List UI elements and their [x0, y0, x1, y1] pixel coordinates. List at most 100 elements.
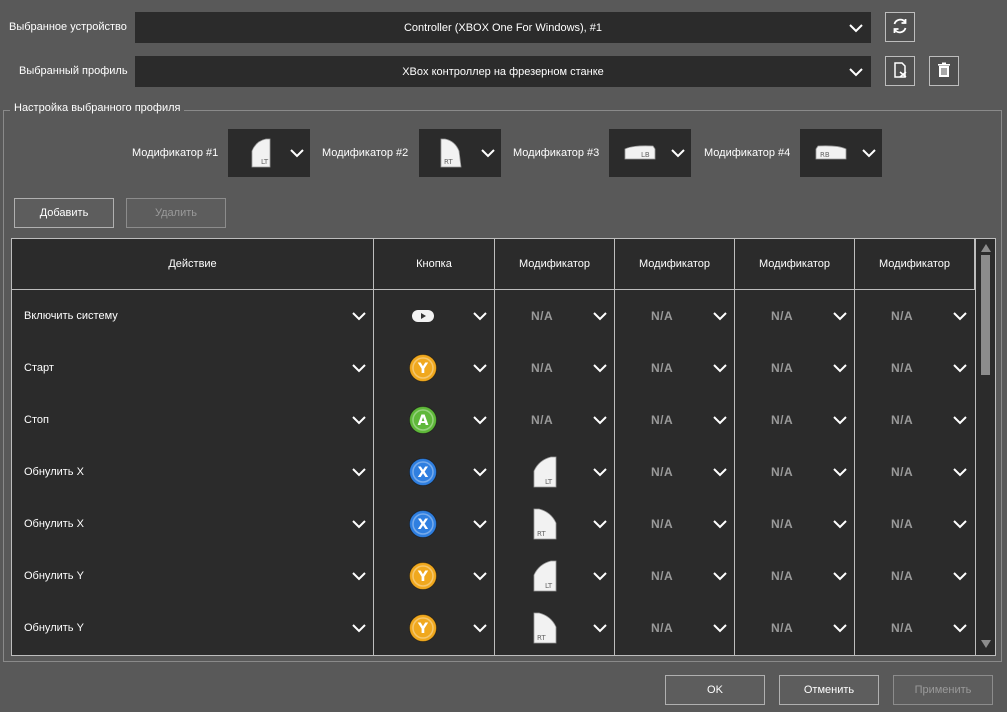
- modifier-4-select[interactable]: RB: [800, 129, 882, 177]
- table-row[interactable]: Стоп A N/A N/A N/A N/A: [12, 394, 975, 446]
- modifier-cell[interactable]: N/A: [495, 290, 615, 342]
- modifier-cell[interactable]: N/A: [615, 446, 735, 498]
- action-cell[interactable]: Обнулить Y: [12, 602, 374, 654]
- action-cell[interactable]: Обнулить X: [12, 446, 374, 498]
- button-cell[interactable]: Y: [374, 550, 495, 602]
- modifier-cell[interactable]: N/A: [615, 550, 735, 602]
- chevron-down-icon: [713, 361, 727, 375]
- modifier-3-label: Модификатор #3: [513, 147, 600, 159]
- modifier-cell[interactable]: LT: [495, 550, 615, 602]
- modifier-cell[interactable]: N/A: [735, 602, 855, 654]
- scroll-up-icon[interactable]: [980, 243, 992, 253]
- button-cell[interactable]: X: [374, 498, 495, 550]
- modifier-3-select[interactable]: LB: [609, 129, 691, 177]
- table-row[interactable]: Обнулить Y Y LT N/A N/A N/A: [12, 550, 975, 602]
- table-row[interactable]: Обнулить Y Y RT N/A N/A N/A: [12, 602, 975, 654]
- modifier-cell[interactable]: LT: [495, 446, 615, 498]
- action-cell[interactable]: Обнулить X: [12, 498, 374, 550]
- rt-trigger-icon: RT: [529, 611, 561, 645]
- modifier-cell[interactable]: N/A: [855, 394, 975, 446]
- button-cell[interactable]: [374, 290, 495, 342]
- column-header-modifier-2: Модификатор: [615, 239, 735, 289]
- modifier-cell[interactable]: N/A: [615, 394, 735, 446]
- button-y-icon: Y: [408, 613, 438, 643]
- scroll-thumb[interactable]: [981, 255, 990, 375]
- modifier-cell[interactable]: N/A: [855, 290, 975, 342]
- action-name: Стоп: [24, 414, 49, 426]
- delete-profile-button[interactable]: [929, 56, 959, 86]
- button-cell[interactable]: A: [374, 394, 495, 446]
- button-cell[interactable]: Y: [374, 602, 495, 654]
- modifier-cell[interactable]: N/A: [855, 550, 975, 602]
- modifier-cell[interactable]: N/A: [615, 342, 735, 394]
- chevron-down-icon: [352, 361, 366, 375]
- add-button[interactable]: Добавить: [14, 198, 114, 228]
- chevron-down-icon: [953, 361, 967, 375]
- table-row[interactable]: Старт Y N/A N/A N/A N/A: [12, 342, 975, 394]
- modifier-cell[interactable]: RT: [495, 602, 615, 654]
- button-x-icon: X: [408, 509, 438, 539]
- svg-text:Y: Y: [417, 361, 429, 377]
- profile-select-value: XBox контроллер на фрезерном станке: [402, 65, 604, 78]
- table-row[interactable]: Обнулить X X LT N/A N/A N/A: [12, 446, 975, 498]
- chevron-down-icon: [473, 569, 487, 583]
- na-label: N/A: [891, 517, 914, 531]
- action-cell[interactable]: Обнулить Y: [12, 550, 374, 602]
- modifier-2-label: Модификатор #2: [322, 147, 409, 159]
- modifier-cell[interactable]: N/A: [735, 550, 855, 602]
- trash-icon: [935, 61, 953, 82]
- action-cell[interactable]: Стоп: [12, 394, 374, 446]
- svg-text:RT: RT: [537, 634, 546, 642]
- modifier-2-select[interactable]: RT: [419, 129, 501, 177]
- na-label: N/A: [771, 517, 794, 531]
- button-cell[interactable]: X: [374, 446, 495, 498]
- modifier-cell[interactable]: N/A: [495, 342, 615, 394]
- modifier-cell[interactable]: N/A: [495, 394, 615, 446]
- button-cell[interactable]: Y: [374, 342, 495, 394]
- modifier-cell[interactable]: N/A: [615, 290, 735, 342]
- rt-trigger-icon: RT: [435, 137, 467, 169]
- modifier-1-label: Модификатор #1: [132, 147, 219, 159]
- chevron-down-icon: [833, 465, 847, 479]
- table-row[interactable]: Включить систему N/A N/A N/A N/A: [12, 290, 975, 342]
- modifier-cell[interactable]: N/A: [735, 446, 855, 498]
- modifier-cell[interactable]: N/A: [615, 498, 735, 550]
- action-cell[interactable]: Старт: [12, 342, 374, 394]
- cancel-button[interactable]: Отменить: [779, 675, 879, 705]
- chevron-down-icon: [473, 361, 487, 375]
- action-cell[interactable]: Включить систему: [12, 290, 374, 342]
- chevron-down-icon: [953, 517, 967, 531]
- profile-select[interactable]: XBox контроллер на фрезерном станке: [135, 56, 871, 87]
- modifier-cell[interactable]: RT: [495, 498, 615, 550]
- table-row[interactable]: Обнулить X X RT N/A N/A N/A: [12, 498, 975, 550]
- modifier-cell[interactable]: N/A: [855, 446, 975, 498]
- modifier-cell[interactable]: N/A: [735, 290, 855, 342]
- vertical-scrollbar[interactable]: [976, 239, 995, 655]
- refresh-button[interactable]: [885, 12, 915, 42]
- scroll-down-icon[interactable]: [980, 639, 992, 649]
- na-label: N/A: [651, 621, 674, 635]
- modifier-cell[interactable]: N/A: [855, 498, 975, 550]
- chevron-down-icon: [593, 413, 607, 427]
- ok-button[interactable]: OK: [665, 675, 765, 705]
- button-y-icon: Y: [408, 561, 438, 591]
- modifier-cell[interactable]: N/A: [855, 602, 975, 654]
- action-name: Обнулить X: [24, 518, 84, 530]
- modifier-cell[interactable]: N/A: [735, 394, 855, 446]
- chevron-down-icon: [833, 621, 847, 635]
- chevron-down-icon: [833, 361, 847, 375]
- modifier-1-select[interactable]: LT: [228, 129, 310, 177]
- modifier-cell[interactable]: N/A: [735, 342, 855, 394]
- edit-profile-button[interactable]: [885, 56, 915, 86]
- chevron-down-icon: [473, 465, 487, 479]
- device-select[interactable]: Controller (XBOX One For Windows), #1: [135, 12, 871, 43]
- apply-button[interactable]: Применить: [893, 675, 993, 705]
- na-label: N/A: [651, 413, 674, 427]
- edit-profile-icon: [891, 61, 909, 82]
- na-label: N/A: [651, 361, 674, 375]
- modifier-cell[interactable]: N/A: [615, 602, 735, 654]
- modifier-cell[interactable]: N/A: [855, 342, 975, 394]
- remove-button[interactable]: Удалить: [126, 198, 226, 228]
- action-name: Обнулить X: [24, 466, 84, 478]
- modifier-cell[interactable]: N/A: [735, 498, 855, 550]
